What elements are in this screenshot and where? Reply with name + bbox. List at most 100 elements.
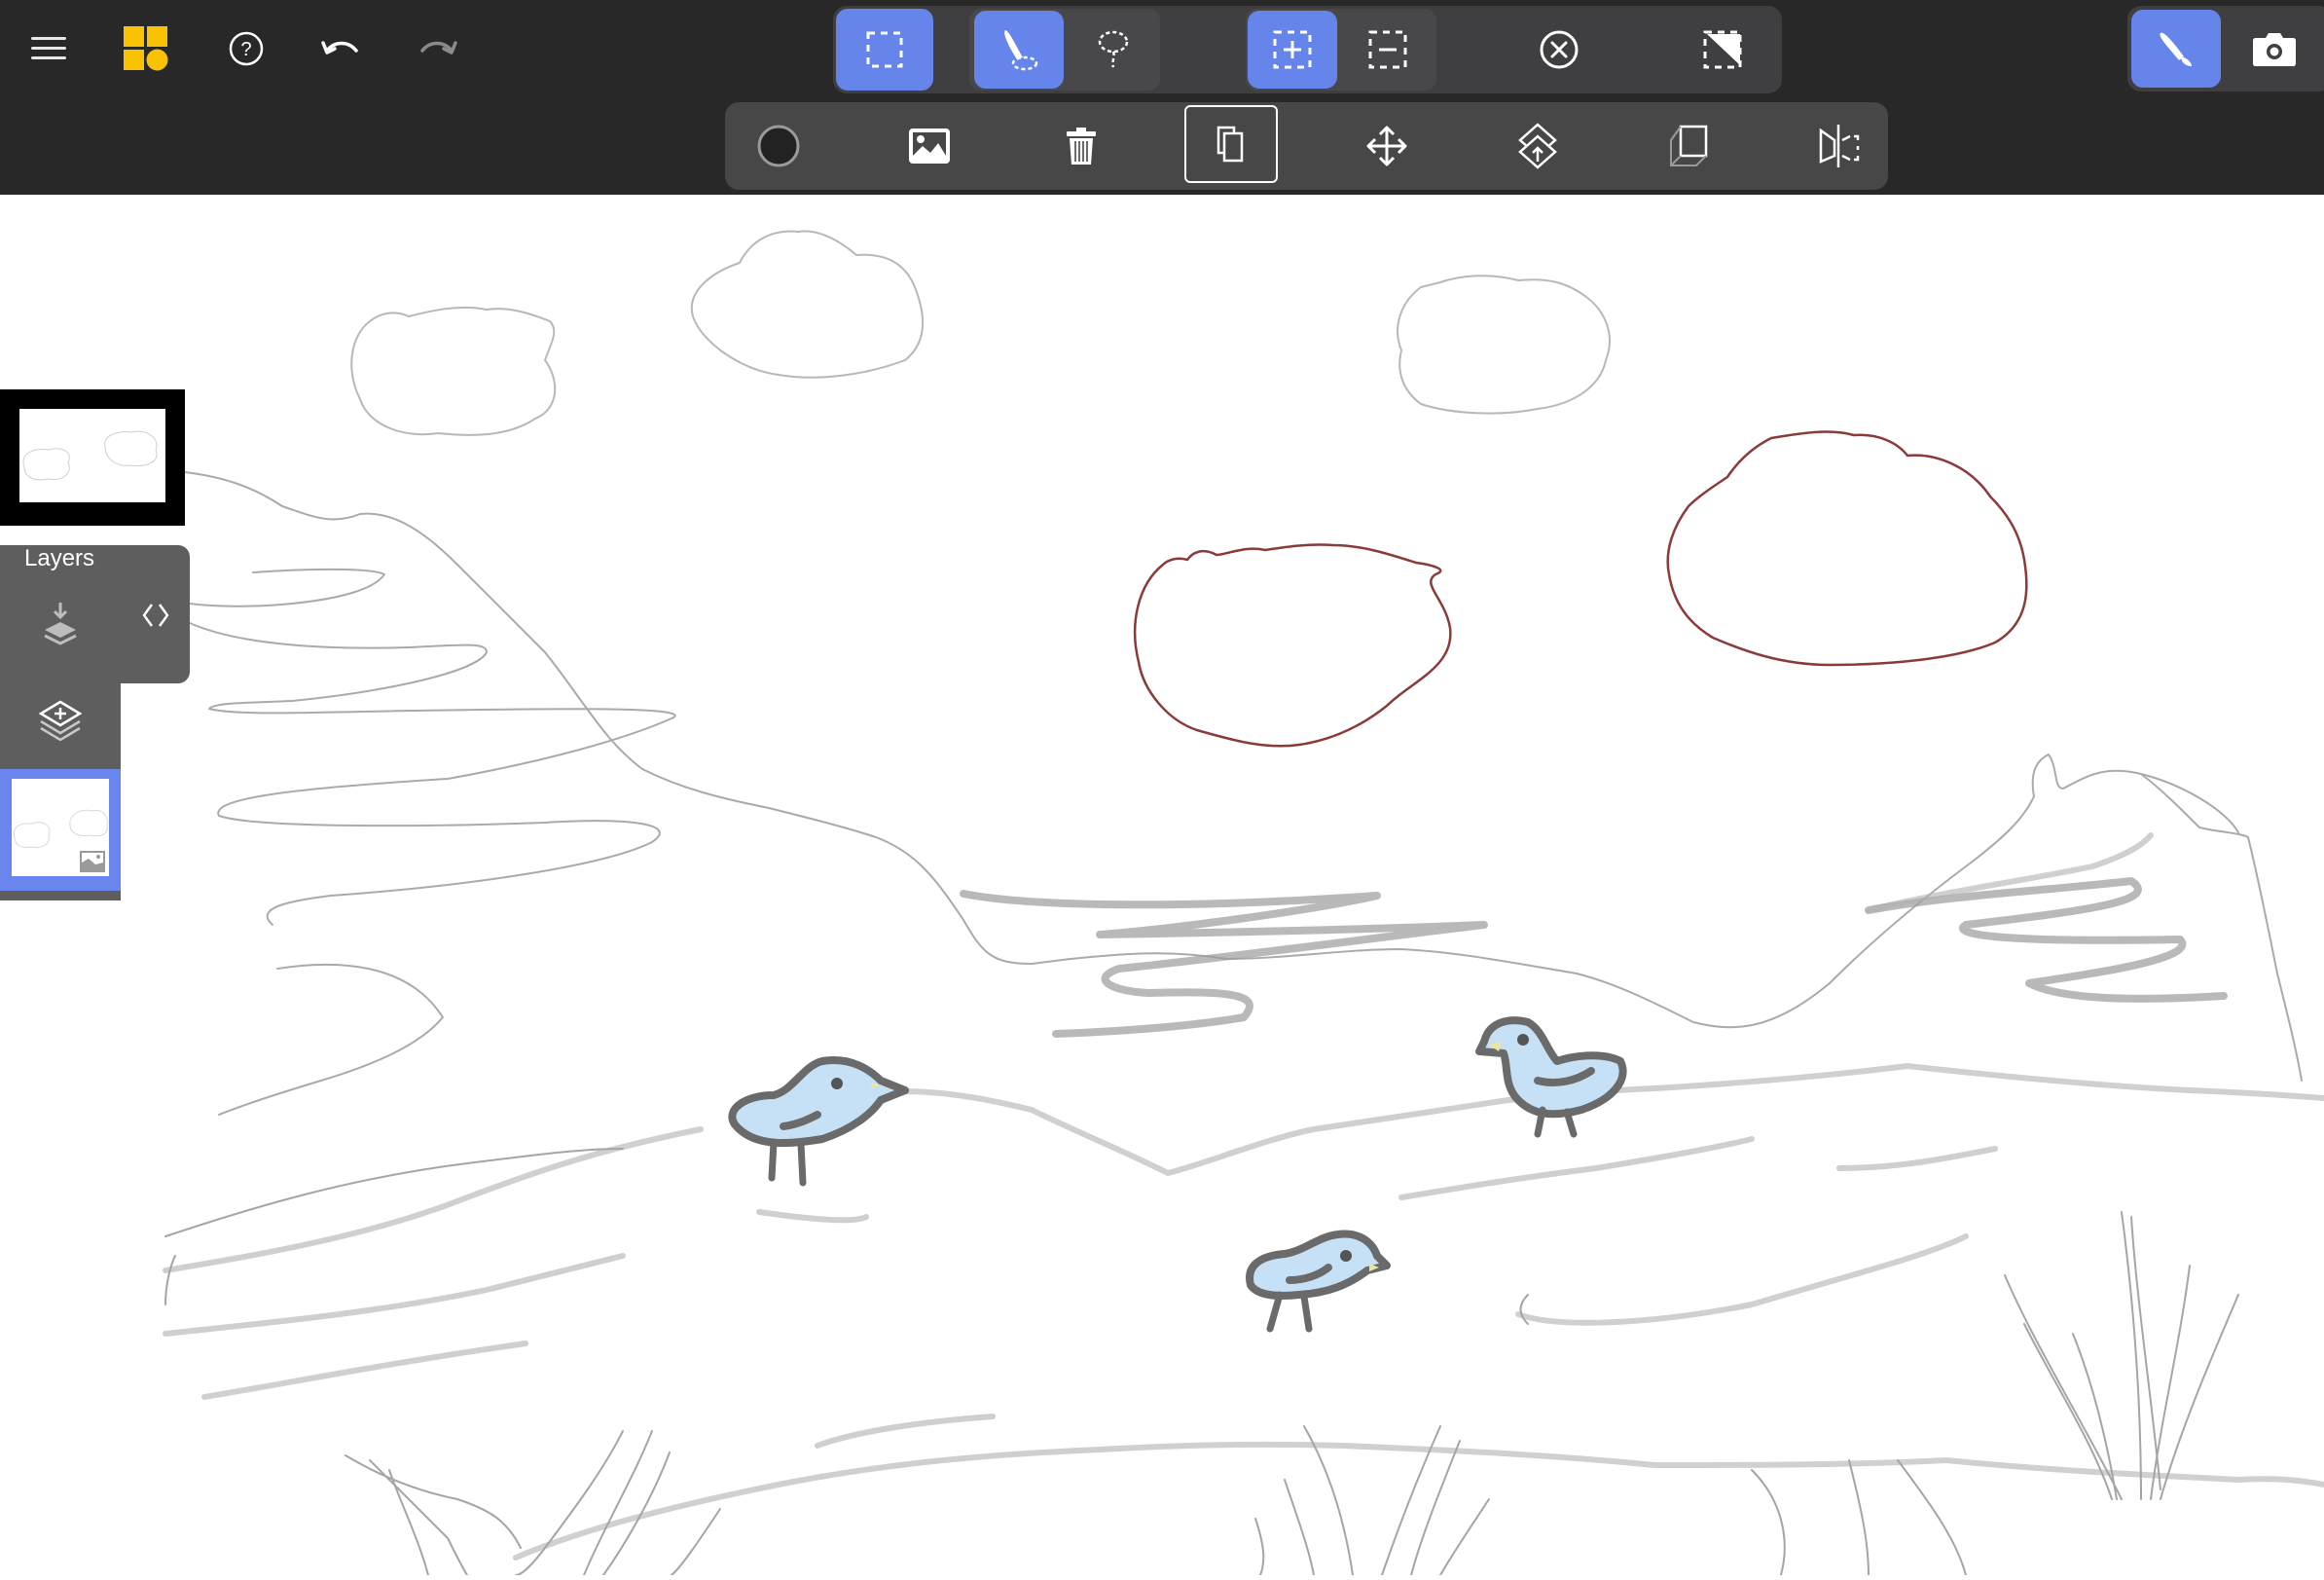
plant-sketch [2121,1211,2142,1500]
ground-line [815,1414,996,1449]
subtract-from-selection-button[interactable] [1343,11,1433,89]
bird [1475,1016,1627,1138]
image-icon [80,851,105,872]
brush-select-icon [1004,30,1038,71]
brush-select-button[interactable] [974,11,1064,89]
move-to-layer-button[interactable] [1489,102,1586,190]
selection-add-icon [1273,30,1312,69]
color-button[interactable] [730,102,827,190]
layers-title: Layers [24,545,95,571]
duplicate-icon [1216,126,1244,163]
ground-line [163,1126,704,1273]
cloud-sketch [690,230,925,379]
scribble [189,568,385,607]
ground-line [164,1255,176,1305]
dashed-rectangle-icon [866,31,903,68]
camera-button[interactable] [2230,10,2319,88]
bird [1246,1230,1391,1333]
apps-button[interactable] [117,19,175,78]
selection-subtract-icon [1368,30,1407,69]
drawing-canvas[interactable] [0,195,2324,1576]
help-button[interactable]: ? [219,21,273,76]
redo-icon [420,41,457,55]
app-logo-icon [124,26,168,71]
add-layer-icon [38,700,83,741]
add-to-selection-button[interactable] [1248,11,1337,89]
color-swatch-icon [757,125,800,167]
mode-toolbar [2127,6,2324,92]
ground-line [201,1341,528,1400]
ground-line [1836,1146,1998,1171]
lasso-select-button[interactable] [1069,11,1158,89]
layer-thumbnail [12,779,109,876]
ground-line [163,1253,626,1337]
cloud-sketch [350,306,557,436]
bird [728,1056,909,1187]
action-toolbar [725,102,1888,190]
merge-layer-down-button[interactable] [29,594,91,656]
scribble [189,622,676,926]
cloud-red [1133,543,1452,748]
lasso-icon [1098,30,1129,68]
invert-selection-button[interactable] [1678,11,1767,89]
plant-sketch [1254,1518,1265,1576]
skew-button[interactable] [1640,102,1737,190]
expand-collapse-icon [142,604,169,627]
ground-line [513,1441,2324,1561]
plant-sketch [2150,1265,2191,1500]
rectangle-select-button[interactable] [836,9,933,91]
ground-line [1515,1233,1969,1326]
flip-horizontal-button[interactable] [1791,102,1888,190]
plant-sketch [1751,1469,1786,1576]
top-toolbar: ? [0,0,2324,195]
image-icon [909,129,950,164]
help-icon: ? [229,31,264,66]
close-circle-icon [1540,30,1579,69]
scribble [218,963,444,1116]
ground-line [1652,1062,2324,1101]
cloud-sketch [1397,275,1611,415]
ground-line [1398,1136,1755,1200]
plant-sketch [671,1508,721,1576]
brush-icon [2160,32,2192,66]
layer-item[interactable] [0,769,121,891]
insert-image-button[interactable] [881,102,978,190]
canvas-overview-thumbnail[interactable] [0,389,185,526]
delete-button[interactable] [1033,102,1130,190]
plant-sketch [369,1459,468,1576]
cloud-red [1666,430,2028,667]
canvas-overview-preview [19,409,165,502]
redo-button[interactable] [411,24,465,73]
hatch-scribble [1866,832,2154,913]
thumbnail-drawing [22,430,158,481]
move-button[interactable] [1338,102,1435,190]
plant-sketch [1284,1479,1315,1576]
duplicate-button[interactable] [1184,105,1278,183]
expand-layers-button[interactable] [131,594,180,637]
camera-icon [2253,33,2296,66]
plant-sketch [1439,1498,1490,1576]
plant-sketch [2160,1294,2239,1500]
plant-sketch [345,1454,522,1549]
add-layer-button[interactable] [29,691,91,750]
menu-button[interactable] [21,24,76,73]
invert-selection-icon [1703,30,1742,69]
svg-text:?: ? [240,39,251,60]
plant-sketch [1897,1459,1967,1576]
flip-horizontal-icon [1819,125,1860,167]
layer-move-icon [1518,123,1557,169]
ground-line [756,1209,869,1224]
hatch-scribble [960,890,1488,1038]
selection-toolbar [833,6,1782,93]
scribble [2140,773,2239,833]
move-arrows-icon [1366,126,1407,166]
undo-icon [321,41,358,55]
merge-layer-down-icon [44,603,77,645]
skew-icon [1670,125,1708,166]
clear-selection-button[interactable] [1514,11,1604,89]
trash-icon [1067,128,1096,165]
undo-button[interactable] [313,24,368,73]
canvas-drawing [163,230,2324,1576]
draw-mode-button[interactable] [2131,10,2221,88]
plant-sketch [1848,1459,1870,1576]
